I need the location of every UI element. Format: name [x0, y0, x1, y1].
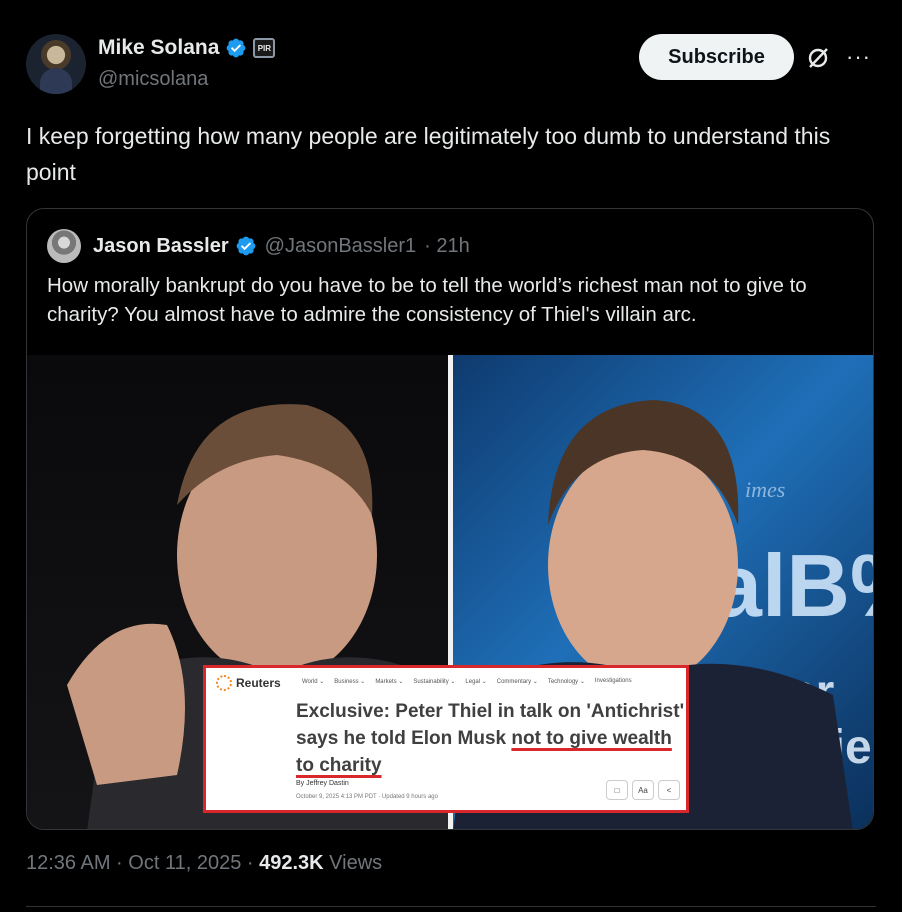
affiliation-badge[interactable]: PIR — [253, 38, 276, 58]
reuters-nav-item: Business ⌄ — [334, 679, 366, 685]
author-name[interactable]: Mike Solana — [98, 36, 219, 60]
quoted-media[interactable]: imes alB% ter Thie Reuters World ⌄ Busin… — [27, 355, 873, 829]
share-icon: < — [658, 780, 680, 800]
reuters-nav-item: Markets ⌄ — [375, 679, 404, 685]
reuters-byline: By Jeffrey Dastin — [296, 780, 349, 787]
reuters-nav-item: Commentary ⌄ — [496, 679, 538, 685]
tweet-timestamp[interactable]: 12:36 AM · Oct 11, 2025 · — [26, 852, 259, 874]
reuters-nav-item: World ⌄ — [302, 679, 325, 685]
reuters-brand: Reuters — [236, 676, 281, 690]
bookmark-icon: □ — [606, 780, 628, 800]
reuters-logo-icon — [216, 675, 232, 691]
author-name-row: Mike Solana PIR — [98, 36, 276, 60]
author-handle[interactable]: @micsolana — [98, 68, 208, 91]
quoted-tweet-text: How morally bankrupt do you have to be t… — [47, 274, 807, 326]
tweet-text: I keep forgetting how many people are le… — [26, 123, 831, 185]
text-size-icon: Aa — [632, 780, 654, 800]
reuters-headline: Exclusive: Peter Thiel in talk on 'Antic… — [296, 698, 686, 779]
views-count: 492.3K — [259, 852, 324, 874]
quoted-tweet-header: Jason Bassler @JasonBassler1 · 21h — [47, 229, 470, 263]
quoted-author-name[interactable]: Jason Bassler — [93, 235, 229, 258]
subscribe-button[interactable]: Subscribe — [639, 34, 794, 80]
reuters-buttons: □ Aa < — [606, 780, 680, 800]
reuters-nav: World ⌄ Business ⌄ Markets ⌄ Sustainabil… — [302, 678, 632, 685]
reuters-headline-card: Reuters World ⌄ Business ⌄ Markets ⌄ Sus… — [203, 665, 689, 813]
quoted-author-avatar[interactable] — [47, 229, 81, 263]
grok-icon[interactable] — [806, 46, 830, 70]
verified-badge-icon — [236, 236, 256, 256]
reuters-brand-row: Reuters — [216, 675, 281, 691]
divider — [26, 906, 876, 907]
author-avatar[interactable] — [26, 34, 86, 94]
reuters-nav-item: Legal ⌄ — [465, 679, 487, 685]
reuters-date: October 9, 2025 4:13 PM PDT · Updated 9 … — [296, 794, 438, 800]
quoted-tweet[interactable]: Jason Bassler @JasonBassler1 · 21h How m… — [26, 208, 874, 830]
reuters-nav-item: Sustainability ⌄ — [413, 679, 456, 685]
quoted-author-handle[interactable]: @JasonBassler1 — [265, 235, 416, 258]
verified-badge-icon — [226, 38, 246, 58]
quoted-timestamp[interactable]: · 21h — [424, 235, 470, 258]
tweet-meta: 12:36 AM · Oct 11, 2025 · 492.3K Views — [26, 852, 382, 875]
views-label: Views — [323, 852, 383, 874]
reuters-nav-item: Technology ⌄ — [547, 679, 585, 685]
more-options-icon[interactable]: ··· — [846, 44, 871, 70]
tweet-header: Mike Solana PIR @micsolana Subscribe ··· — [26, 32, 876, 98]
reuters-nav-item: Investigations — [594, 678, 632, 684]
